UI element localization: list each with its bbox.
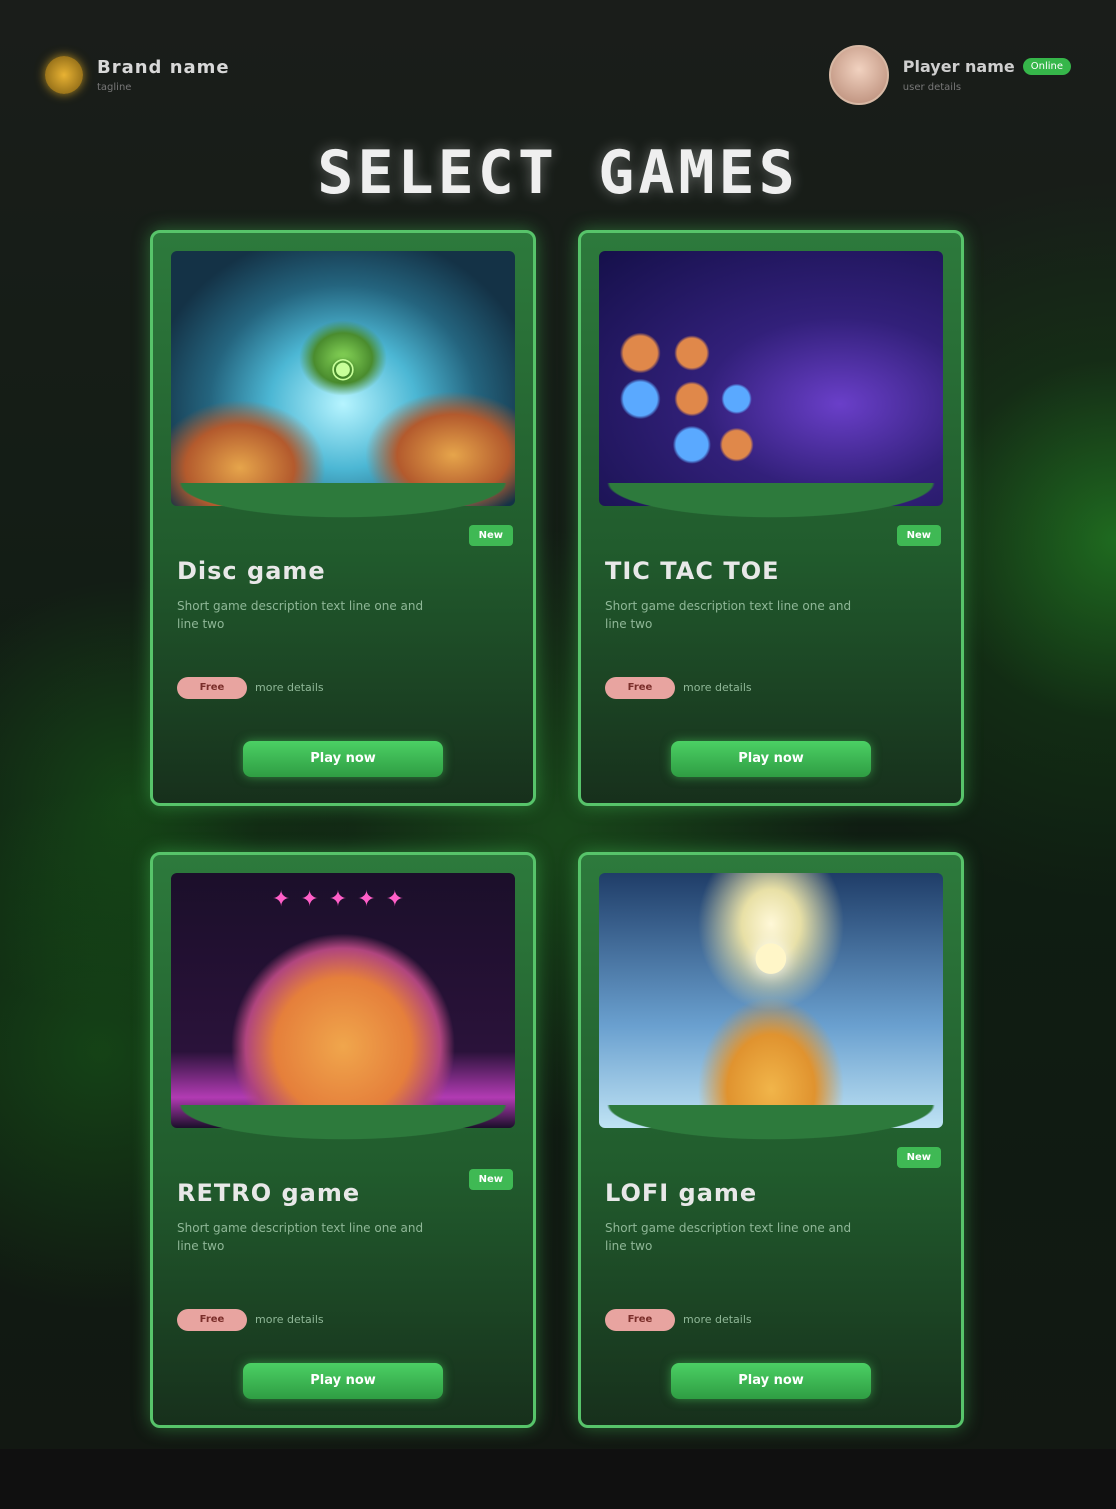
game-title: TIC TAC TOE [605,557,780,585]
game-meta: more details [255,681,324,694]
game-card[interactable]: ✦✦✦✦✦ New RETRO game Short game descript… [150,852,536,1428]
brand-subtitle: tagline [97,82,132,93]
price-pill: Free [605,677,675,699]
user-name: Player name [902,57,1015,76]
game-tag: New [896,1147,941,1168]
avatar[interactable] [828,45,889,105]
game-description: Short game description text line one and… [605,1221,852,1253]
game-title: RETRO game [177,1179,361,1207]
game-meta: more details [255,1313,324,1326]
game-tag: New [468,1169,513,1190]
play-button[interactable]: Play now [671,1363,871,1399]
disc-game-art-logo: ◉ [330,351,356,384]
retro-game-art-icon: ✦✦✦✦✦ [171,873,515,1128]
user-profile[interactable]: Player name Online user details [828,45,1071,105]
play-button[interactable]: Play now [671,741,871,777]
footer-bar [0,1449,1116,1509]
top-bar: Brand name tagline Player name Online us… [45,45,1071,105]
brand-name: Brand name [97,57,230,78]
retro-game-art-logo: ✦✦✦✦✦ [271,887,415,912]
card-divider [153,1105,533,1145]
card-divider [581,483,961,523]
lofi-game-art-bulb: ● [753,933,789,979]
play-button[interactable]: Play now [243,741,443,777]
user-subtitle: user details [902,82,962,93]
game-card[interactable]: ◉ New Disc game Short game description t… [150,230,536,806]
card-divider [581,1105,961,1145]
game-meta: more details [683,681,752,694]
game-description: Short game description text line one and… [177,1221,424,1253]
status-badge: Online [1022,58,1071,75]
disc-game-art-icon: ◉ [171,251,515,506]
page-title: SELECT GAMES [317,138,799,208]
tic-tac-toe-art-icon [599,251,943,506]
game-tag: New [896,525,941,546]
price-pill: Free [605,1309,675,1331]
game-card[interactable]: New TIC TAC TOE Short game description t… [578,230,964,806]
user-name-row: Player name Online [903,57,1071,76]
brand[interactable]: Brand name tagline [45,56,230,94]
game-title: LOFI game [605,1179,758,1207]
user-text: Player name Online user details [903,57,1071,93]
brand-logo-icon [45,56,83,94]
brand-text: Brand name tagline [97,57,230,93]
play-button[interactable]: Play now [243,1363,443,1399]
lofi-game-art-icon: ● [599,873,943,1128]
game-tag: New [468,525,513,546]
price-pill: Free [177,1309,247,1331]
card-divider [153,483,533,523]
game-meta: more details [683,1313,752,1326]
game-description: Short game description text line one and… [177,599,424,631]
game-description: Short game description text line one and… [605,599,852,631]
price-pill: Free [177,677,247,699]
game-title: Disc game [177,557,326,585]
game-card[interactable]: ● New LOFI game Short game description t… [578,852,964,1428]
